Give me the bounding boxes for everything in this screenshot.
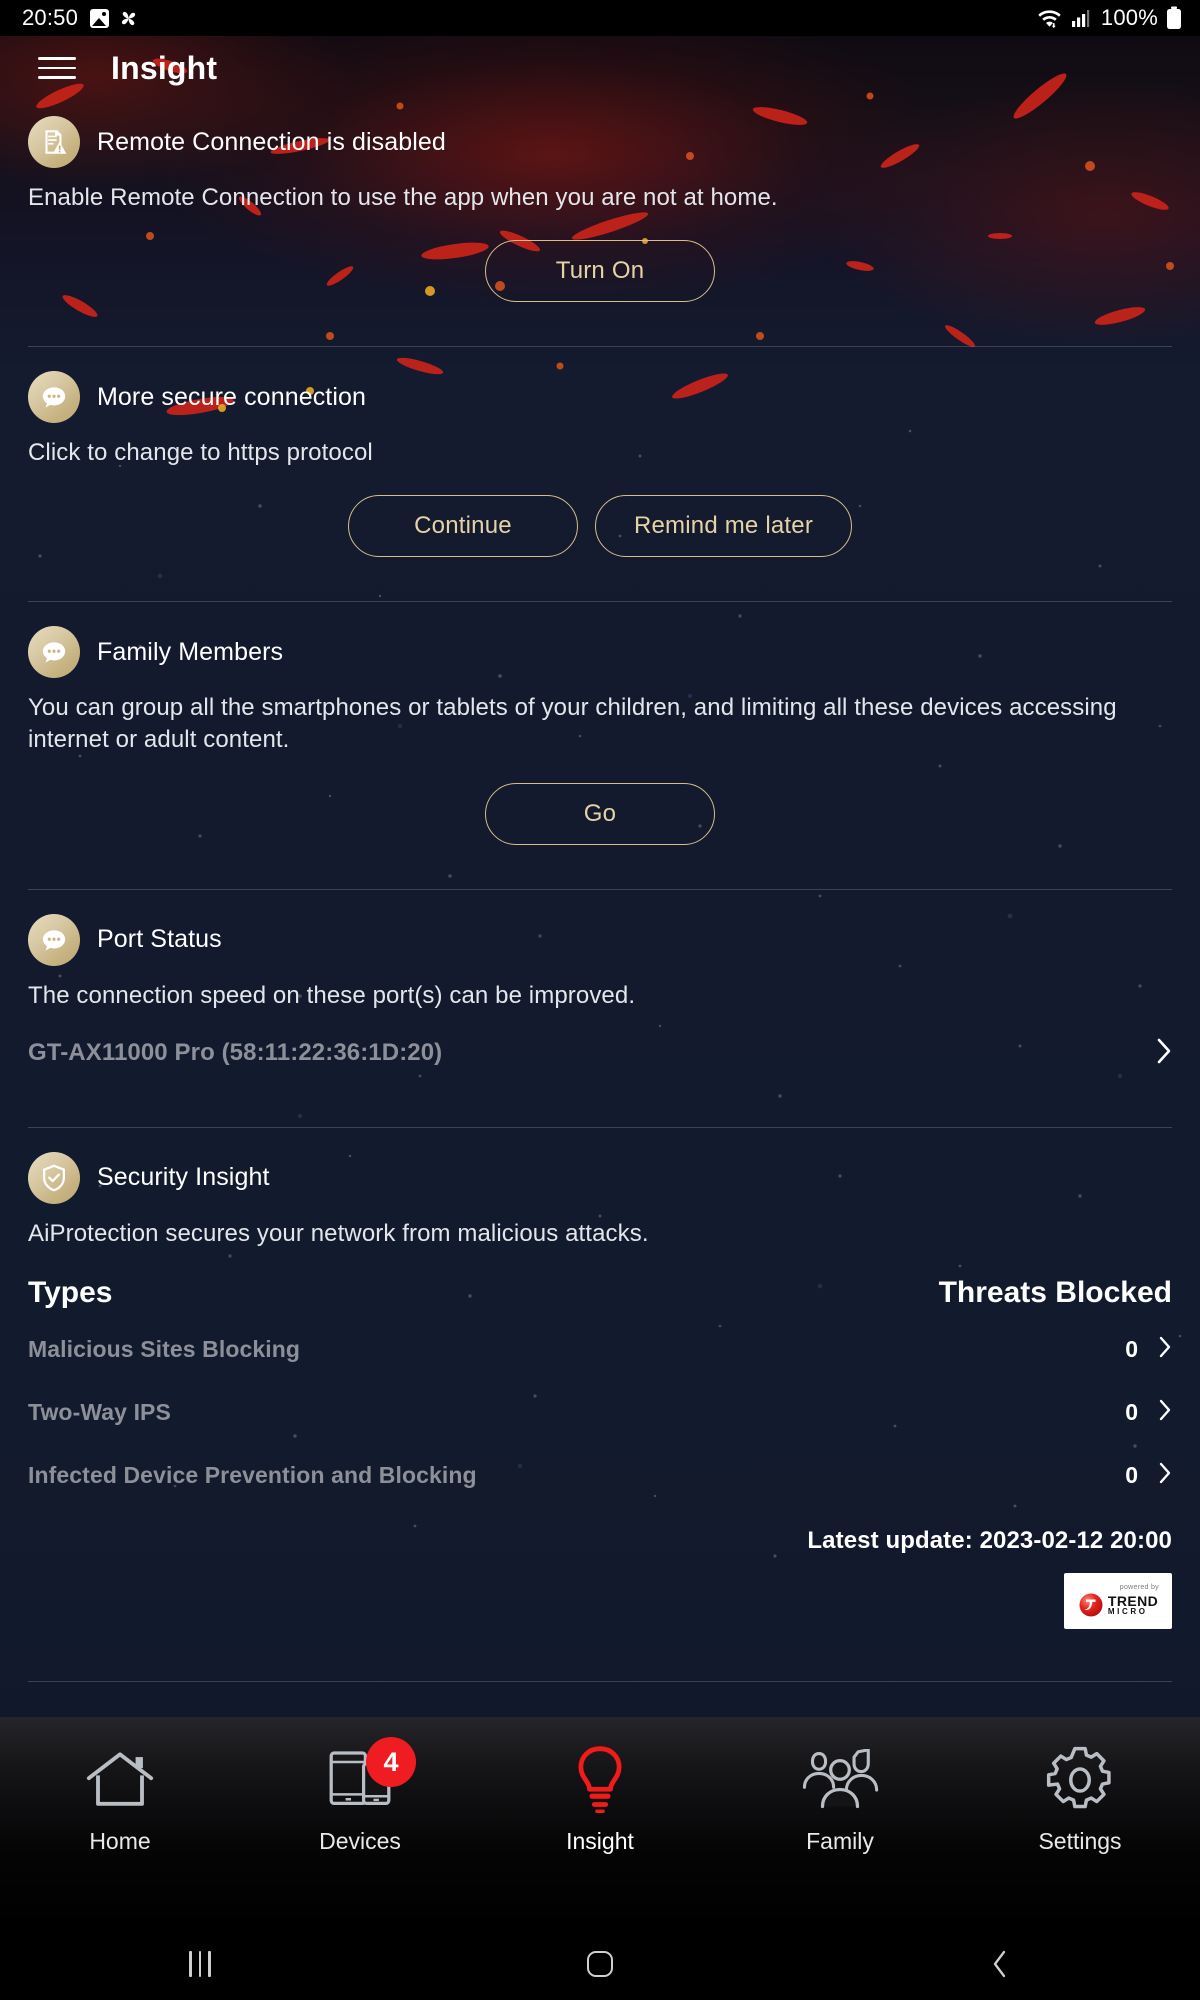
card-header: Family Members (28, 626, 1172, 679)
threat-blocked-count: 0 (1125, 1399, 1138, 1426)
bulb-icon (569, 1741, 631, 1819)
powered-by-text: powered by (1119, 1583, 1159, 1591)
card-header: Remote Connection is disabled (28, 116, 1172, 168)
card-description: The connection speed on these port(s) ca… (28, 981, 636, 1009)
card-title: Family Members (97, 637, 284, 666)
pinwheel-icon (121, 11, 136, 25)
system-status-bar: 20:50 100% (0, 0, 1200, 36)
card-description: Click to change to https protocol (28, 439, 373, 467)
chevron-right-icon (1158, 1336, 1172, 1363)
devices-count-badge: 4 (366, 1737, 416, 1787)
threat-blocked-count: 0 (1125, 1462, 1138, 1489)
tab-label: Home (89, 1828, 151, 1854)
chevron-right-icon (1158, 1462, 1172, 1489)
card-secure-connection: More secure connection Click to change t… (0, 347, 1200, 558)
latest-update-text: Latest update: 2023-02-12 20:00 (807, 1526, 1172, 1554)
tab-insight[interactable]: Insight (480, 1717, 720, 1856)
column-header-threats: Threats Blocked (938, 1275, 1172, 1309)
card-port-status: Port Status The connection speed on thes… (0, 890, 1200, 1069)
scroll-content: Insight Remote Connection is disabled En… (0, 36, 1200, 1717)
tab-family[interactable]: Family (720, 1717, 960, 1856)
card-header: More secure connection (28, 371, 1172, 424)
signal-icon (1071, 10, 1090, 27)
card-title: More secure connection (97, 382, 367, 411)
brand-name-trend: TREND (1107, 1592, 1159, 1609)
card-description: You can group all the smartphones or tab… (28, 694, 1117, 754)
card-header: Port Status (28, 913, 1172, 966)
remind-me-later-button[interactable]: Remind me later (594, 495, 853, 558)
router-name: GT-AX11000 Pro (58:11:22:36:1D:20) (28, 1039, 443, 1067)
app-bar: Insight (0, 36, 1200, 100)
android-navigation-bar (0, 1928, 1200, 2000)
card-description: Enable Remote Connection to use the app … (28, 184, 778, 211)
section-title: Security Insight (97, 1163, 270, 1192)
chat-bubble-icon (28, 913, 80, 966)
router-list-item[interactable]: GT-AX11000 Pro (58:11:22:36:1D:20) (28, 1038, 1172, 1069)
threat-blocked-count: 0 (1125, 1336, 1138, 1363)
threat-type-name: Malicious Sites Blocking (28, 1336, 301, 1363)
card-remote-connection: Remote Connection is disabled Enable Rem… (0, 100, 1200, 303)
brand-name-micro: MICRO (1107, 1606, 1148, 1616)
battery-percent-text: 100% (1100, 5, 1158, 30)
card-title: Port Status (97, 925, 222, 954)
threat-type-name: Infected Device Prevention and Blocking (28, 1462, 477, 1489)
back-chevron-icon[interactable] (800, 1949, 1200, 1979)
shield-check-icon (28, 1151, 80, 1204)
trend-micro-logo: powered by TREND MICRO (1064, 1572, 1172, 1629)
home-icon (82, 1741, 158, 1819)
clock-text: 20:50 (22, 5, 79, 30)
card-actions: Turn On (28, 240, 1172, 303)
table-row[interactable]: Infected Device Prevention and Blocking … (28, 1453, 1172, 1499)
chat-bubble-icon (28, 626, 80, 679)
status-bar-right: 100% (1036, 5, 1182, 31)
gear-icon (1044, 1741, 1116, 1819)
hamburger-menu-icon[interactable] (38, 53, 76, 83)
logo-text: TREND MICRO (1108, 1594, 1158, 1616)
tab-home[interactable]: Home (0, 1717, 240, 1856)
turn-on-button[interactable]: Turn On (485, 240, 715, 303)
tab-devices[interactable]: 4 Devices (240, 1717, 480, 1856)
card-title: Remote Connection is disabled (97, 127, 446, 156)
tab-label: Family (806, 1828, 874, 1854)
table-row[interactable]: Two-Way IPS 0 (28, 1390, 1172, 1436)
tab-label: Devices (319, 1828, 401, 1854)
divider (28, 1680, 1172, 1682)
chat-bubble-icon (28, 371, 80, 424)
bottom-tab-bar: Home 4 Devices Insight Family Settings (0, 1717, 1200, 1928)
home-circle-icon[interactable] (400, 1951, 800, 1977)
page-title: Insight (111, 49, 218, 86)
trend-micro-mark-icon (1079, 1593, 1103, 1617)
go-button[interactable]: Go (485, 782, 715, 845)
threat-type-name: Two-Way IPS (28, 1399, 171, 1426)
tab-label: Insight (566, 1828, 634, 1854)
card-actions: Go (28, 782, 1172, 845)
column-header-types: Types (28, 1275, 113, 1309)
wifi-icon (1038, 9, 1061, 28)
card-actions: Continue Remind me later (28, 495, 1172, 558)
app-screen: 20:50 100% Insight Remote Connection is … (0, 0, 1200, 2000)
section-header: Security Insight (28, 1151, 1172, 1204)
table-row[interactable]: Malicious Sites Blocking 0 (28, 1327, 1172, 1373)
chevron-right-icon (1156, 1038, 1172, 1069)
section-description: AiProtection secures your network from m… (28, 1219, 649, 1247)
document-warning-icon (28, 116, 80, 168)
battery-icon (1167, 6, 1181, 29)
tab-settings[interactable]: Settings (960, 1717, 1200, 1856)
threats-table-header: Types Threats Blocked (28, 1276, 1172, 1310)
devices-icon: 4 (324, 1737, 416, 1819)
logo-row: TREND MICRO (1078, 1592, 1158, 1618)
tab-label: Settings (1038, 1828, 1122, 1854)
card-family-members: Family Members You can group all the sma… (0, 602, 1200, 845)
family-icon (798, 1741, 882, 1819)
continue-button[interactable]: Continue (347, 495, 578, 558)
status-bar-left: 20:50 (22, 5, 139, 31)
section-security-insight: Security Insight AiProtection secures yo… (0, 1128, 1200, 1629)
recents-icon[interactable] (0, 1951, 400, 1977)
chevron-right-icon (1158, 1399, 1172, 1426)
gallery-icon (90, 8, 110, 28)
trend-micro-logo-wrap: powered by TREND MICRO (28, 1572, 1172, 1629)
